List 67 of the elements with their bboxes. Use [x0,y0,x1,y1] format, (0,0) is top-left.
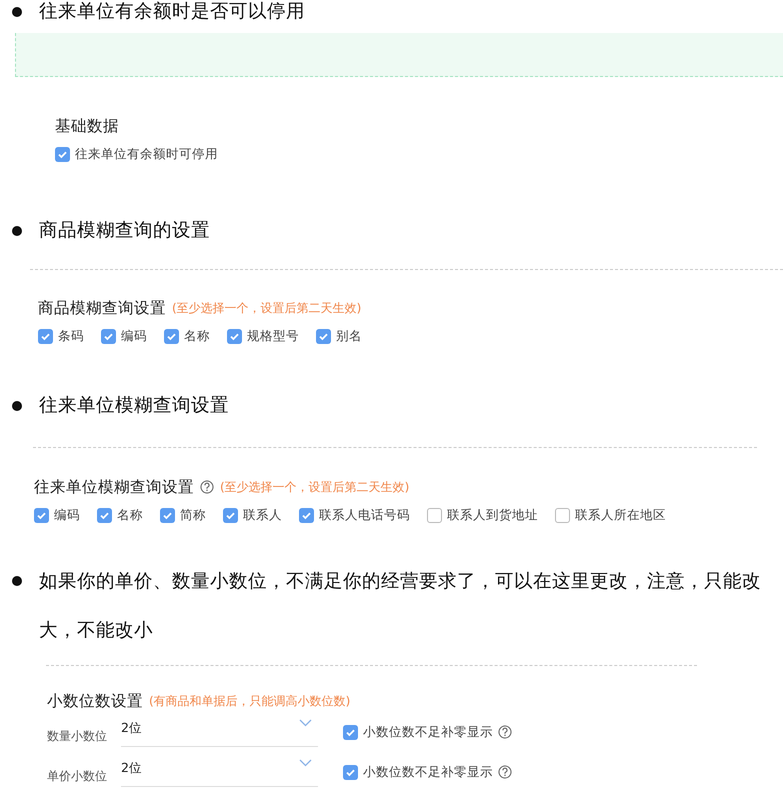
chevron-icon [299,759,312,767]
bullet-text: 往来单位模糊查询设置 [39,394,230,418]
checkbox[interactable] [34,508,49,522]
checkbox-label[interactable]: 编码 [54,506,80,524]
checkbox[interactable] [38,328,53,344]
checkbox-label[interactable]: 名称 [184,326,210,346]
checkbox-label[interactable]: 联系人到货地址 [447,506,538,524]
checkmark-icon [103,330,114,342]
checkmark-icon [36,510,47,520]
checkmark-icon [318,330,329,342]
checkbox[interactable] [160,508,175,522]
checkmark-icon [99,510,110,520]
field-label: 单价小数位 [47,768,108,785]
hint-text: (至少选择一个，设置后第二天生效) [172,300,362,317]
checkmark-icon [345,766,356,778]
hint-text: (有商品和单据后，只能调高小数位数) [149,693,350,710]
checkbox[interactable] [223,508,238,522]
section-title: 商品模糊查询设置 [38,298,166,319]
checkbox-label[interactable]: 往来单位有余额时可停用 [75,144,218,164]
select-field[interactable]: 2位 [121,717,318,747]
checkbox-label[interactable]: 联系人电话号码 [319,506,410,524]
checkbox-label[interactable]: 名称 [117,506,143,524]
checkmark-icon [166,330,177,342]
checkbox[interactable] [55,146,70,162]
checkbox[interactable] [555,508,570,522]
help-icon[interactable] [498,725,512,739]
checkbox-label[interactable]: 条码 [58,326,84,346]
bullet-text: 如果你的单价、数量小数位，不满足你的经营要求了，可以在这里更改，注意，只能改大，不能改小 [39,570,762,643]
checkbox[interactable] [343,764,358,780]
checkbox-label[interactable]: 小数位数不足补零显示 [363,722,493,742]
checkbox[interactable] [227,328,242,344]
checkmark-icon [162,510,173,520]
bullet-text: 商品模糊查询的设置 [39,219,211,243]
checkbox[interactable] [164,328,179,344]
checkmark-icon [40,330,51,342]
checkbox-label[interactable]: 简称 [180,506,206,524]
checkbox[interactable] [343,724,358,740]
chevron-icon [299,719,312,727]
bullet-text: 往来单位有余额时是否可以停用 [39,0,306,24]
hint-text: (至少选择一个，设置后第二天生效) [220,479,410,496]
help-icon[interactable] [200,480,214,494]
checkmark-icon [345,726,356,738]
checkbox-label[interactable]: 规格型号 [247,326,299,346]
checkmark-icon [229,330,240,342]
checkbox[interactable] [101,328,116,344]
checkbox-label[interactable]: 小数位数不足补零显示 [363,762,493,782]
checkmark-icon [225,510,236,520]
checkmark-icon [57,148,68,160]
checkbox-label[interactable]: 联系人 [243,506,282,524]
checkbox-label[interactable]: 联系人所在地区 [575,506,666,524]
bullet-icon [12,7,22,17]
checkbox-label[interactable]: 编码 [121,326,147,346]
checkbox[interactable] [427,508,442,522]
select-field[interactable]: 2位 [121,757,318,787]
checkbox[interactable] [316,328,331,344]
checkbox[interactable] [299,508,314,522]
bullet-icon [12,226,22,236]
bullet-icon [12,401,22,411]
help-icon[interactable] [498,765,512,779]
field-label: 数量小数位 [47,728,108,745]
checkbox-label[interactable]: 别名 [336,326,362,346]
section-title: 基础数据 [55,116,119,137]
section-title: 小数位数设置 [47,691,143,712]
section-title: 往来单位模糊查询设置 [34,477,194,498]
bullet-icon [12,576,22,586]
checkbox[interactable] [97,508,112,522]
checkmark-icon [301,510,312,520]
